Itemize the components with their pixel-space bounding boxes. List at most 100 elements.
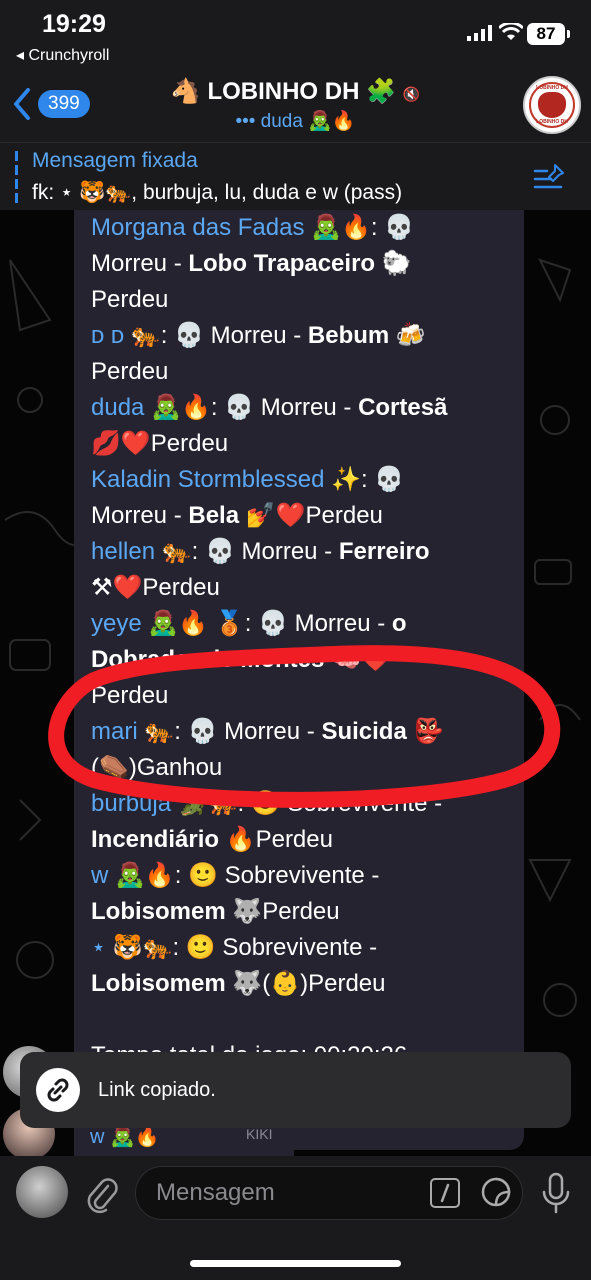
sticker-icon[interactable] (480, 1176, 512, 1208)
pinned-text: fk: ⋆ 🐯🐅, burbuja, lu, duda e w (pass) (32, 181, 403, 204)
chat-title-text: 🐴 LOBINHO DH 🧩 (170, 78, 396, 105)
role-name: Bebum (307, 322, 390, 349)
chat-header: 399 🐴 LOBINHO DH 🧩 🔇 ••• duda 🧟‍♂️🔥 LOBI… (0, 70, 591, 142)
player-name-link[interactable]: burbuja 🐊 (91, 790, 208, 817)
message-segment: Morreu - (91, 250, 189, 277)
message-line: Lobisomem 🐺Perdeu (91, 894, 521, 930)
role-name: Dobrador de Montes (91, 646, 325, 673)
message-input[interactable] (135, 1166, 523, 1220)
message-segment: 🐺(👶)Perdeu (225, 970, 386, 997)
message-text: Morgana das Fadas 🧟‍♂️🔥: 💀 Morreu - Lobo … (91, 210, 521, 1074)
back-to-app-link[interactable]: ◂ Crunchyroll (16, 45, 109, 65)
message-line: Morreu - Bela 💅❤️Perdeu (91, 498, 521, 534)
message-segment: : 🙂 Sobrevivente - (172, 934, 378, 961)
microphone-icon[interactable] (540, 1172, 572, 1216)
paperclip-icon[interactable] (84, 1174, 118, 1214)
message-line: Perdeu (91, 354, 521, 390)
message-line: mari 🐅: 💀 Morreu - Suicida 👺 (91, 714, 521, 750)
status-bar: 19:29 ◂ Crunchyroll 87 (0, 0, 591, 70)
message-segment: (⚰️)Ganhou (91, 754, 223, 781)
message-segment: : 💀 Morreu - (244, 610, 392, 637)
message-segment: : 💀 (361, 466, 405, 493)
link-icon (47, 1078, 69, 1102)
message-segment: 👺 (406, 718, 444, 745)
my-avatar[interactable] (16, 1166, 68, 1218)
group-avatar[interactable]: LOBINHO DH LOBINHO DH (523, 76, 581, 134)
message-line: Incendiário 🔥Perdeu (91, 822, 521, 858)
role-name: o (391, 610, 407, 637)
role-name: Lobo Trapaceiro (188, 250, 376, 277)
message-line: burbuja 🐊🐅: 🙂 Sobrevivente - (91, 786, 521, 822)
role-name: Bela (188, 502, 240, 529)
role-name: Incendiário (91, 826, 220, 853)
pinned-message-bar[interactable]: Mensagem fixada fk: ⋆ 🐯🐅, burbuja, lu, d… (0, 142, 591, 210)
wolf-logo-icon (538, 92, 566, 118)
composer-bar (0, 1156, 591, 1280)
player-name-link[interactable]: hellen 🐅 (91, 538, 192, 565)
message-segment: ⚒❤️Perdeu (91, 574, 220, 601)
home-indicator (190, 1260, 401, 1267)
player-name-link[interactable]: yeye 🧟‍♂️🔥 🥉 (91, 610, 245, 637)
player-name-link[interactable]: mari 🐅 (91, 718, 174, 745)
message-line: 💋❤️Perdeu (91, 426, 521, 462)
message-segment: Perdeu (91, 358, 169, 385)
message-line: (⚰️)Ganhou (91, 750, 521, 786)
message-line: w 🧟‍♂️🔥: 🙂 Sobrevivente - (91, 858, 521, 894)
message-segment: 🐅: 🙂 Sobrevivente - (207, 790, 443, 817)
message-line: ⋆ 🐯🐅: 🙂 Sobrevivente - (91, 930, 521, 966)
player-name-link[interactable]: Kaladin Stormblessed ✨ (91, 466, 361, 493)
cellular-signal-icon (467, 25, 492, 41)
message-line: Lobisomem 🐺(👶)Perdeu (91, 966, 521, 1002)
message-line: Kaladin Stormblessed ✨: 💀 (91, 462, 521, 498)
role-name: Cortesã (358, 394, 448, 421)
message-segment: : 💀 (370, 214, 415, 241)
message-line: Perdeu (91, 678, 521, 714)
chat-title[interactable]: 🐴 LOBINHO DH 🧩 🔇 (0, 77, 591, 106)
toast-icon-circle (36, 1068, 80, 1112)
message-segment: : 🙂 Sobrevivente - (174, 862, 380, 889)
message-segment: : 💀 Morreu - (174, 718, 322, 745)
message-segment: : 💀 Morreu - (210, 394, 359, 421)
message-line: Dobrador de Montes 🧠❤️ (91, 642, 521, 678)
sender-tag: KIKI (246, 1126, 273, 1142)
typing-status: ••• duda 🧟‍♂️🔥 (235, 111, 356, 132)
message-line (91, 1002, 521, 1038)
player-name-link[interactable]: ᴅ ᴅ 🐅 (91, 322, 161, 349)
message-segment: Perdeu (91, 682, 169, 709)
message-line: Perdeu (91, 282, 521, 318)
player-name-link[interactable]: w 🧟‍♂️🔥 (91, 862, 175, 889)
message-segment: 🔥Perdeu (219, 826, 333, 853)
message-line: hellen 🐅: 💀 Morreu - Ferreiro (91, 534, 521, 570)
message-line: yeye 🧟‍♂️🔥 🥉: 💀 Morreu - o (91, 606, 521, 642)
avatar-logo-text-bottom: LOBINHO DH (536, 119, 568, 125)
message-segment: 🧠❤️ (324, 646, 391, 673)
message-segment: 🐺Perdeu (225, 898, 340, 925)
player-name-link[interactable]: Morgana das Fadas 🧟‍♂️🔥 (91, 214, 371, 241)
message-segment: Perdeu (91, 286, 169, 313)
role-name: Suicida (321, 718, 407, 745)
message-segment: : 💀 Morreu - (160, 322, 308, 349)
slash-icon (440, 1183, 450, 1203)
pinned-indicator (15, 151, 18, 203)
message-segment: 💋❤️Perdeu (91, 430, 229, 457)
wifi-icon (499, 23, 523, 40)
toast-notification: Link copiado. (20, 1052, 571, 1128)
bot-command-icon[interactable] (430, 1178, 460, 1208)
message-segment: : 💀 Morreu - (191, 538, 339, 565)
message-segment: Morreu - (91, 502, 189, 529)
role-name: Ferreiro (338, 538, 430, 565)
pinned-list-icon[interactable] (533, 163, 567, 193)
message-line: Morgana das Fadas 🧟‍♂️🔥: 💀 (91, 210, 521, 246)
message-segment: 💅❤️Perdeu (239, 502, 383, 529)
toast-text: Link copiado. (98, 1079, 216, 1101)
player-name-link[interactable]: ⋆ 🐯🐅 (91, 934, 172, 961)
message-bubble[interactable]: Morgana das Fadas 🧟‍♂️🔥: 💀 Morreu - Lobo … (74, 210, 524, 1150)
pinned-title: Mensagem fixada (32, 149, 198, 172)
message-line: ⚒❤️Perdeu (91, 570, 521, 606)
player-name-link[interactable]: duda 🧟‍♂️🔥 (91, 394, 211, 421)
message-line: duda 🧟‍♂️🔥: 💀 Morreu - Cortesã (91, 390, 521, 426)
muted-icon: 🔇 (402, 86, 421, 102)
role-name: Lobisomem (91, 970, 226, 997)
message-line: ᴅ ᴅ 🐅: 💀 Morreu - Bebum 🍻 (91, 318, 521, 354)
status-time: 19:29 (42, 10, 106, 38)
